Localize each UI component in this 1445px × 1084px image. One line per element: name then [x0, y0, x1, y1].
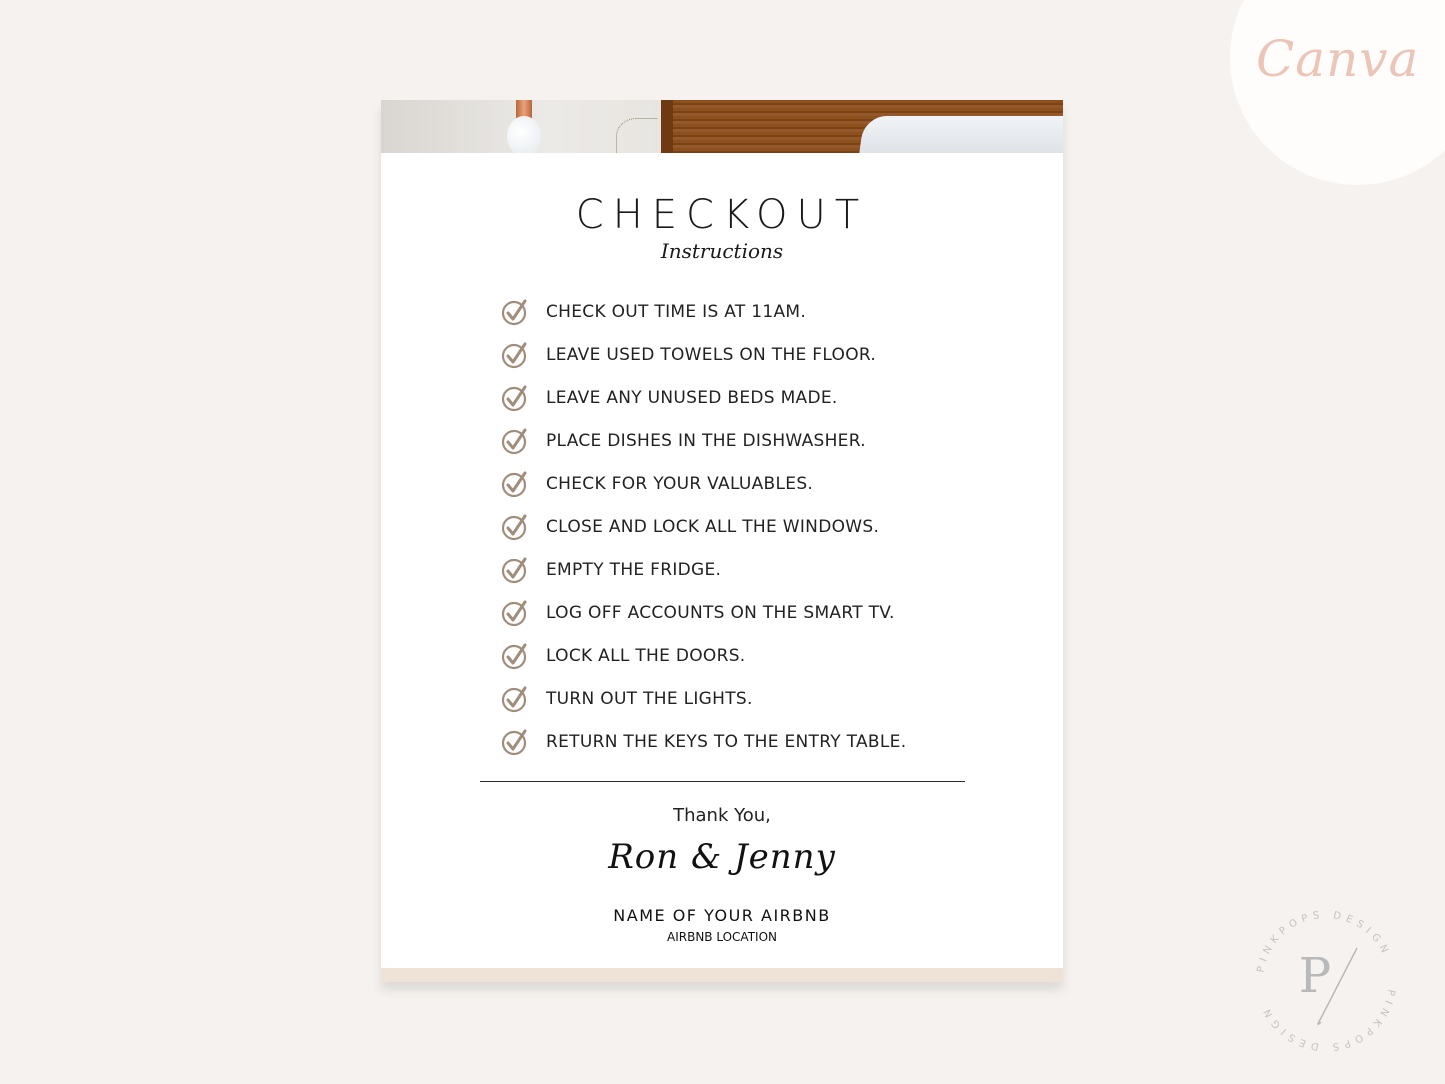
circle-check-icon — [501, 600, 527, 626]
checklist-item-text: LEAVE ANY UNUSED BEDS MADE. — [546, 387, 838, 408]
page-title: CHECKOUT — [575, 192, 869, 238]
checklist-item: TURN OUT THE LIGHTS. — [501, 677, 906, 720]
checklist-item: RETURN THE KEYS TO THE ENTRY TABLE. — [501, 720, 906, 763]
checkout-card: CHECKOUT Instructions CHECK OUT TIME IS … — [381, 100, 1063, 982]
checklist-item-text: CHECK OUT TIME IS AT 11AM. — [546, 301, 807, 322]
circle-check-icon — [501, 385, 527, 411]
circle-check-icon — [501, 299, 527, 325]
checklist-item-text: LEAVE USED TOWELS ON THE FLOOR. — [546, 344, 877, 365]
divider — [480, 781, 965, 782]
checklist-item: LOG OFF ACCOUNTS ON THE SMART TV. — [501, 591, 906, 634]
light-bulb — [507, 116, 541, 153]
checklist-item: LEAVE ANY UNUSED BEDS MADE. — [501, 376, 906, 419]
circle-check-icon — [501, 342, 527, 368]
closing-text: Thank You, — [673, 805, 771, 826]
canva-badge — [1230, 0, 1445, 185]
pillow — [857, 116, 1063, 153]
circle-check-icon — [501, 643, 527, 669]
checklist-item: LOCK ALL THE DOORS. — [501, 634, 906, 677]
circle-check-icon — [501, 514, 527, 540]
canva-logo: Canva — [1256, 30, 1420, 88]
checklist-item: LEAVE USED TOWELS ON THE FLOOR. — [501, 333, 906, 376]
checklist: CHECK OUT TIME IS AT 11AM. LEAVE USED TOW… — [501, 290, 906, 763]
checklist-item-text: RETURN THE KEYS TO THE ENTRY TABLE. — [546, 731, 907, 752]
circle-check-icon — [501, 557, 527, 583]
business-location: AIRBNB LOCATION — [667, 930, 777, 944]
header-photo — [381, 100, 1063, 153]
checklist-item: CHECK OUT TIME IS AT 11AM. — [501, 290, 906, 333]
checklist-item-text: CLOSE AND LOCK ALL THE WINDOWS. — [546, 516, 880, 537]
checklist-item-text: CHECK FOR YOUR VALUABLES. — [546, 473, 814, 494]
checklist-item: EMPTY THE FRIDGE. — [501, 548, 906, 591]
pinkpops-watermark-icon: PINKPOPS DESIGN PINKPOPS DESIGN P — [1255, 910, 1396, 1052]
circle-check-icon — [501, 729, 527, 755]
checklist-item-text: LOCK ALL THE DOORS. — [546, 645, 746, 666]
checklist-item-text: LOG OFF ACCOUNTS ON THE SMART TV. — [546, 602, 895, 623]
signature: Ron & Jenny — [608, 837, 836, 877]
checklist-item: PLACE DISHES IN THE DISHWASHER. — [501, 419, 906, 462]
watermark-monogram: P — [1299, 948, 1331, 1004]
checklist-item: CLOSE AND LOCK ALL THE WINDOWS. — [501, 505, 906, 548]
checklist-item-text: PLACE DISHES IN THE DISHWASHER. — [546, 430, 866, 451]
checklist-item-text: EMPTY THE FRIDGE. — [546, 559, 722, 580]
page-subtitle: Instructions — [660, 239, 784, 263]
circle-check-icon — [501, 428, 527, 454]
checklist-item: CHECK FOR YOUR VALUABLES. — [501, 462, 906, 505]
circle-check-icon — [501, 471, 527, 497]
footer-band — [381, 968, 1063, 982]
circle-check-icon — [501, 686, 527, 712]
checklist-item-text: TURN OUT THE LIGHTS. — [546, 688, 753, 709]
business-name: NAME OF YOUR AIRBNB — [613, 906, 831, 925]
